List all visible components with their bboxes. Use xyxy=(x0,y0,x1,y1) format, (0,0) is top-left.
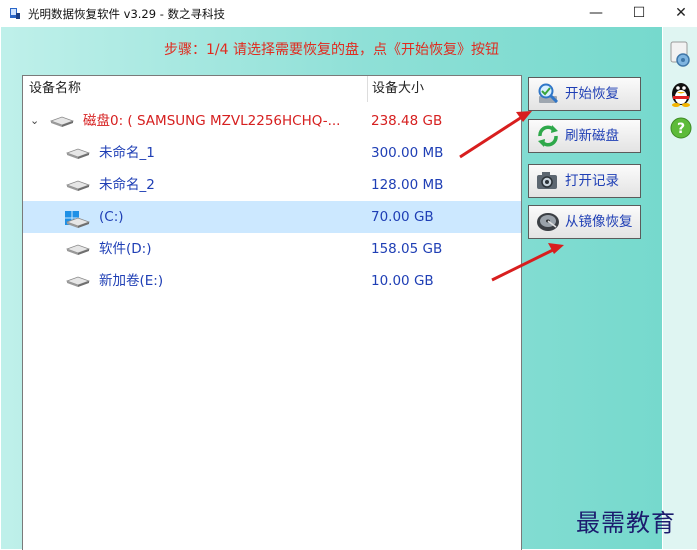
disk-partition-icon xyxy=(65,148,91,159)
column-header-name[interactable]: 设备名称 xyxy=(29,76,81,102)
window-title: 光明数据恢复软件 v3.29 - 数之寻科技 xyxy=(28,7,226,21)
recover-from-image-label: 从镜像恢复 xyxy=(565,214,633,230)
column-header-size[interactable]: 设备大小 xyxy=(372,76,424,102)
close-button[interactable]: ✕ xyxy=(658,0,697,27)
expand-chevron-icon[interactable]: ⌄ xyxy=(30,105,39,137)
tree-row-label: (C:) xyxy=(99,209,124,225)
tree-row-partition[interactable]: 未命名_2 128.00 MB xyxy=(23,169,521,201)
tree-row-size: 70.00 GB xyxy=(371,209,434,225)
tree-row-partition-selected[interactable]: (C:) 70.00 GB xyxy=(23,201,521,233)
minimize-button[interactable]: — xyxy=(573,0,619,27)
tree-row-label: 未命名_1 xyxy=(99,145,155,161)
tree-row-label: 软件(D:) xyxy=(99,241,152,257)
disk-partition-icon xyxy=(65,276,91,287)
right-toolbar: ? xyxy=(663,27,697,549)
tree-row-disk0[interactable]: ⌄ 磁盘0: ( SAMSUNG MZVL2256HCHQ-... 238.48… xyxy=(23,105,521,137)
tree-row-label: 新加卷(E:) xyxy=(99,273,164,289)
tree-row-partition[interactable]: 软件(D:) 158.05 GB xyxy=(23,233,521,265)
refresh-disk-label: 刷新磁盘 xyxy=(565,128,619,144)
tree-row-size: 10.00 GB xyxy=(371,273,434,289)
disk-image-icon xyxy=(537,213,559,231)
tree-row-label: 未命名_2 xyxy=(99,177,155,193)
qq-penguin-icon[interactable] xyxy=(669,79,693,107)
watermark: 最需教育 xyxy=(576,509,676,537)
disk-partition-icon xyxy=(65,180,91,191)
tree-row-partition[interactable]: 未命名_1 300.00 MB xyxy=(23,137,521,169)
column-divider[interactable] xyxy=(367,76,368,102)
tree-row-label: 磁盘0: ( SAMSUNG MZVL2256HCHQ-... xyxy=(83,113,341,129)
main-panel: 步骤：1/4 请选择需要恢复的盘，点《开始恢复》按钮 设备名称 设备大小 ⌄ 磁… xyxy=(1,27,662,550)
app-icon xyxy=(10,8,20,19)
tree-row-size: 128.00 MB xyxy=(371,177,444,193)
disk-partition-icon xyxy=(65,244,91,255)
recover-from-image-button[interactable]: 从镜像恢复 xyxy=(528,205,641,239)
start-recovery-button[interactable]: 开始恢复 xyxy=(528,77,641,111)
title-bar: 光明数据恢复软件 v3.29 - 数之寻科技 — ☐ ✕ xyxy=(0,0,697,27)
tree-row-size: 238.48 GB xyxy=(371,113,443,129)
start-recovery-label: 开始恢复 xyxy=(565,86,619,102)
settings-gears-icon[interactable] xyxy=(668,40,694,68)
hard-disk-icon xyxy=(49,116,75,127)
refresh-disk-button[interactable]: 刷新磁盘 xyxy=(528,119,641,153)
help-icon[interactable]: ? xyxy=(669,116,693,140)
maximize-button[interactable]: ☐ xyxy=(616,0,662,27)
device-tree[interactable]: 设备名称 设备大小 ⌄ 磁盘0: ( SAMSUNG MZVL2256HCHQ-… xyxy=(22,75,522,550)
open-log-button[interactable]: 打开记录 xyxy=(528,164,641,198)
camera-icon xyxy=(537,172,557,189)
tree-row-partition[interactable]: 新加卷(E:) 10.00 GB xyxy=(23,265,521,297)
tree-row-size: 300.00 MB xyxy=(371,145,444,161)
tree-row-size: 158.05 GB xyxy=(371,241,443,257)
refresh-icon xyxy=(538,125,558,147)
step-instruction: 步骤：1/4 请选择需要恢复的盘，点《开始恢复》按钮 xyxy=(164,42,499,58)
svg-text:?: ? xyxy=(677,121,685,137)
disk-partition-icon xyxy=(65,217,91,228)
magnifier-icon xyxy=(538,83,559,104)
open-log-label: 打开记录 xyxy=(565,173,619,189)
